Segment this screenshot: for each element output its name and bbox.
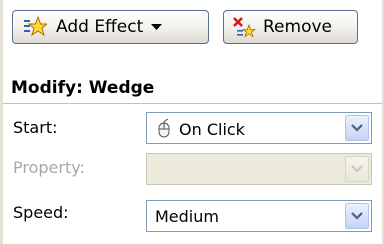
remove-effect-icon (232, 15, 257, 39)
pane-left-border (0, 0, 3, 244)
property-dropdown (146, 153, 372, 185)
chevron-down-icon (151, 21, 163, 34)
custom-animation-pane: Add Effect Remove Modify: Wedge Start: O… (0, 0, 384, 244)
modify-heading: Modify: Wedge (11, 78, 155, 98)
chevron-down-icon (351, 124, 363, 132)
start-value: On Click (155, 118, 245, 139)
property-dropdown-button (345, 156, 369, 182)
property-label: Property: (13, 158, 85, 177)
remove-button[interactable]: Remove (223, 10, 358, 44)
start-value-text: On Click (179, 119, 245, 139)
chevron-down-icon (351, 212, 363, 220)
start-dropdown[interactable]: On Click (146, 112, 372, 144)
start-label: Start: (13, 118, 58, 137)
chevron-down-icon (351, 165, 363, 173)
mouse-click-icon (155, 118, 173, 139)
speed-dropdown-button[interactable] (345, 203, 369, 229)
speed-label: Speed: (13, 203, 69, 222)
start-dropdown-button[interactable] (345, 115, 369, 141)
speed-dropdown[interactable]: Medium (146, 200, 372, 232)
add-effect-star-icon (23, 15, 49, 39)
speed-value: Medium (155, 207, 219, 226)
section-divider (3, 103, 382, 104)
add-effect-label: Add Effect (56, 17, 144, 37)
remove-label: Remove (263, 17, 332, 37)
add-effect-button[interactable]: Add Effect (12, 10, 209, 44)
